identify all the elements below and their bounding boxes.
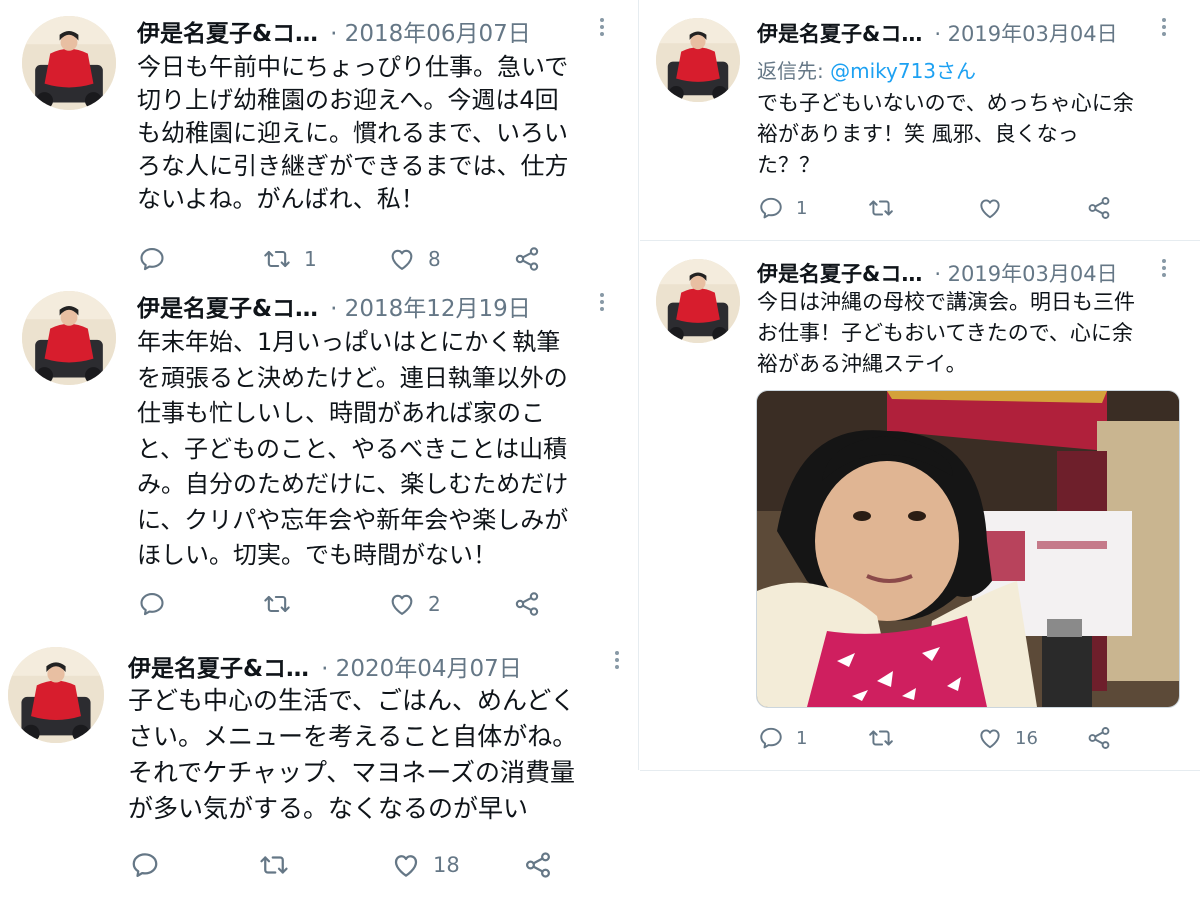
like-icon <box>977 195 1003 221</box>
reply-icon <box>138 245 166 273</box>
reply-handle-link[interactable]: @miky713さん <box>830 59 976 83</box>
more-icon[interactable] <box>1161 259 1167 280</box>
more-icon[interactable] <box>614 651 620 672</box>
reply-button[interactable]: 1 <box>758 725 807 751</box>
more-icon[interactable] <box>599 18 605 39</box>
author-name[interactable]: 伊是名夏子&コ… <box>137 289 318 323</box>
retweet-button[interactable]: 1 <box>262 245 317 273</box>
tweet-card[interactable]: 伊是名夏子&コ… · 2019年03月04日 今日は沖縄の母校で講演会。明日も三… <box>640 241 1200 771</box>
tweet-card[interactable]: 伊是名夏子&コ… · 2018年06月07日 今日も午前中にちょっぴり仕事。急い… <box>0 0 640 285</box>
reply-icon <box>130 850 160 880</box>
reply-button[interactable]: 1 <box>758 195 807 221</box>
tweet-date[interactable]: · 2018年06月07日 <box>330 14 531 48</box>
share-button[interactable] <box>513 245 541 273</box>
reply-icon <box>758 725 784 751</box>
reply-count: 1 <box>796 727 808 749</box>
tweet-card[interactable]: 伊是名夏子&コ… · 2019年03月04日 返信先: @miky713さん で… <box>640 0 1200 240</box>
reply-icon <box>758 195 784 221</box>
tweet-photo[interactable] <box>756 390 1180 708</box>
like-icon <box>388 590 416 618</box>
retweet-button[interactable] <box>258 850 302 880</box>
like-icon <box>391 850 421 880</box>
avatar[interactable] <box>656 259 740 343</box>
like-count: 18 <box>433 853 460 877</box>
reply-button[interactable] <box>138 590 166 618</box>
retweet-icon <box>867 195 895 221</box>
tweet-date[interactable]: · 2020年04月07日 <box>321 649 522 683</box>
author-name[interactable]: 伊是名夏子&コ… <box>757 18 922 48</box>
tweet-text: 今日も午前中にちょっぴり仕事。急いで 切り上げ幼稚園のお迎えへ。今週は4回 も幼… <box>137 53 569 213</box>
avatar[interactable] <box>8 647 104 743</box>
share-icon <box>513 245 541 273</box>
more-icon[interactable] <box>599 293 605 314</box>
share-button[interactable] <box>1086 725 1112 751</box>
tweet-date[interactable]: · 2019年03月04日 <box>934 18 1117 48</box>
retweet-icon <box>262 590 292 618</box>
tweet-date[interactable]: · 2018年12月19日 <box>330 289 531 323</box>
retweet-button[interactable] <box>867 195 895 221</box>
retweet-icon <box>258 850 290 880</box>
like-count: 16 <box>1015 727 1038 749</box>
like-count: 8 <box>428 247 441 271</box>
like-button[interactable]: 16 <box>977 725 1038 751</box>
like-button[interactable]: 2 <box>388 590 441 618</box>
like-button[interactable]: 18 <box>391 850 460 880</box>
tweet-text: 年末年始、1月いっぱいはとにかく執筆 を頑張ると決めたけど。連日執筆以外の 仕事… <box>137 328 569 569</box>
author-name[interactable]: 伊是名夏子&コ… <box>128 649 309 683</box>
reply-button[interactable] <box>130 850 160 880</box>
retweet-count: 1 <box>304 247 317 271</box>
reply-context: 返信先: @miky713さん <box>757 55 976 84</box>
retweet-icon <box>867 725 895 751</box>
avatar[interactable] <box>22 16 116 110</box>
like-button[interactable] <box>977 195 1003 221</box>
reply-count: 1 <box>796 197 808 219</box>
retweet-button[interactable] <box>867 725 895 751</box>
share-button[interactable] <box>523 850 553 880</box>
tweet-card[interactable]: 伊是名夏子&コ… · 2018年12月19日 年末年始、1月いっぱいはとにかく執… <box>0 285 640 625</box>
tweet-date[interactable]: · 2019年03月04日 <box>934 258 1117 288</box>
share-icon <box>1086 725 1112 751</box>
retweet-button[interactable] <box>262 590 304 618</box>
more-icon[interactable] <box>1161 18 1167 39</box>
share-button[interactable] <box>513 590 541 618</box>
tweet-text: 今日は沖縄の母校で講演会。明日も三件 お仕事！子どもおいてきたので、心に余 裕が… <box>757 290 1135 376</box>
author-name[interactable]: 伊是名夏子&コ… <box>137 14 318 48</box>
avatar[interactable] <box>656 18 740 102</box>
tweet-text: 子ども中心の生活で、ごはん、めんどく さい。メニューを考えること自体がね。 それ… <box>128 686 578 823</box>
like-icon <box>977 725 1003 751</box>
share-icon <box>513 590 541 618</box>
retweet-icon <box>262 245 292 273</box>
avatar[interactable] <box>22 291 116 385</box>
tweet-text: でも子どもいないので、めっちゃ心に余 裕があります！笑 風邪、良くなっ た？？ <box>757 91 1134 177</box>
reply-button[interactable] <box>138 245 166 273</box>
column-divider <box>638 0 639 770</box>
share-icon <box>1086 195 1112 221</box>
reply-prefix: 返信先: <box>757 59 831 83</box>
author-name[interactable]: 伊是名夏子&コ… <box>757 258 922 288</box>
tweet-card[interactable]: 伊是名夏子&コ… · 2020年04月07日 子ども中心の生活で、ごはん、めんど… <box>0 635 640 900</box>
tweet-divider <box>640 770 1200 771</box>
like-button[interactable]: 8 <box>388 245 441 273</box>
share-icon <box>523 850 553 880</box>
like-icon <box>388 245 416 273</box>
like-count: 2 <box>428 592 441 616</box>
reply-icon <box>138 590 166 618</box>
share-button[interactable] <box>1086 195 1112 221</box>
